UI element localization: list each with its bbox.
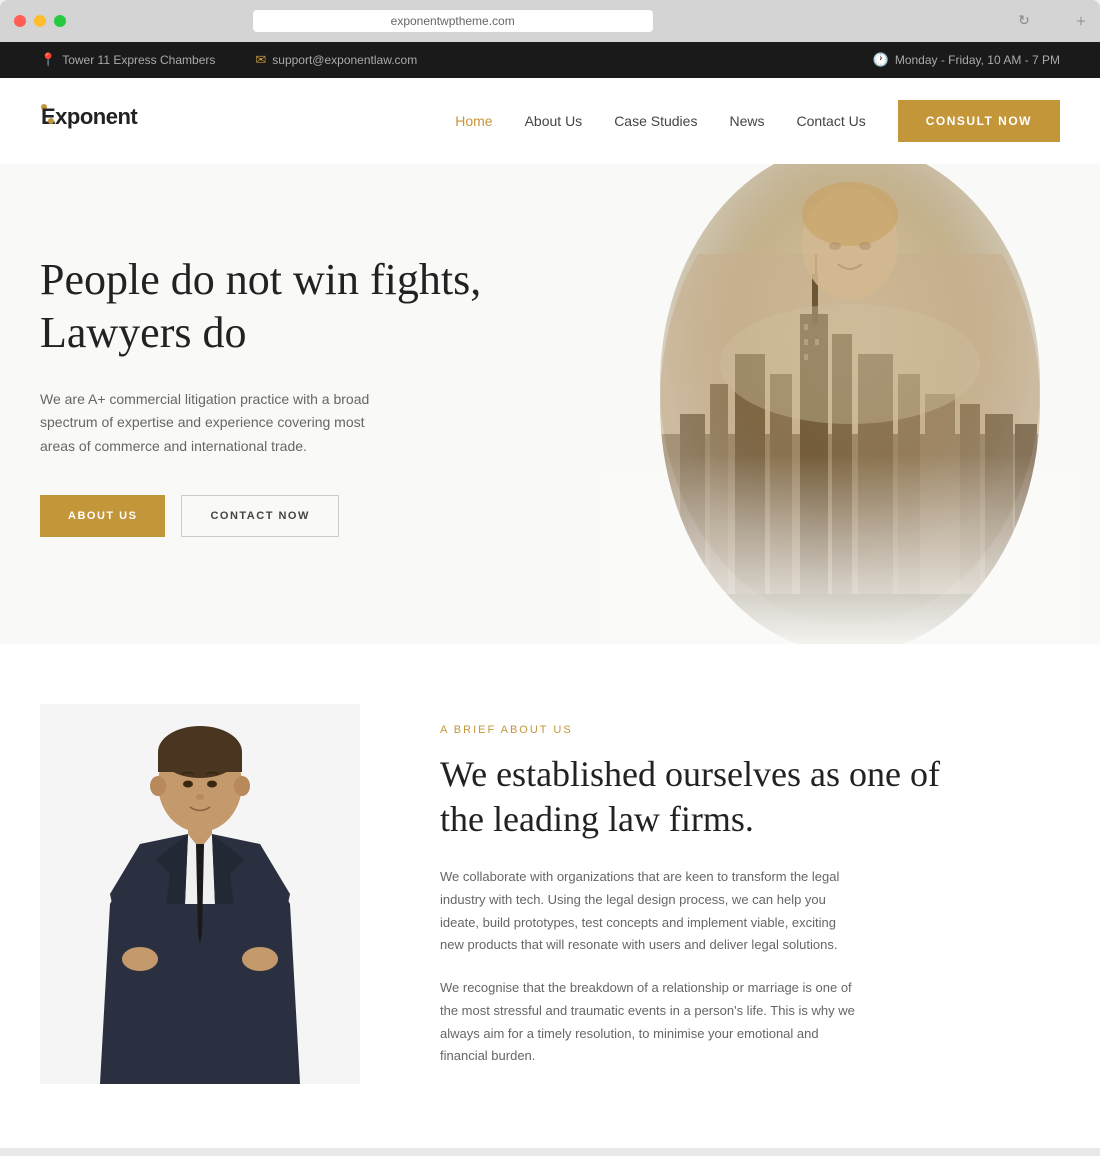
nav-links: Home About Us Case Studies News Contact …: [455, 113, 866, 129]
about-title: We established ourselves as one of the l…: [440, 752, 1060, 842]
nav-link-home[interactable]: Home: [455, 113, 492, 129]
nav-item-home[interactable]: Home: [455, 113, 492, 129]
hero-buttons: About Us Contact Now: [40, 495, 540, 537]
new-tab-button[interactable]: +: [1076, 11, 1086, 32]
hero-section: People do not win fights, Lawyers do We …: [0, 164, 1100, 644]
nav-item-about[interactable]: About Us: [525, 113, 583, 129]
about-title-line2: the leading law firms.: [440, 799, 754, 839]
clock-icon: 🕐: [873, 52, 889, 68]
hero-image: [600, 164, 1080, 644]
about-paragraph-2: We recognise that the breakdown of a rel…: [440, 977, 860, 1068]
hero-content: People do not win fights, Lawyers do We …: [40, 224, 540, 537]
url-text: exponentwptheme.com: [391, 14, 515, 28]
close-button[interactable]: [14, 15, 26, 27]
nav-item-news[interactable]: News: [729, 113, 764, 129]
location-icon: 📍: [40, 52, 56, 68]
browser-bottom-bar: [0, 1148, 1100, 1156]
hours-info: 🕐 Monday - Friday, 10 AM - 7 PM: [873, 52, 1060, 68]
hero-description: We are A+ commercial litigation practice…: [40, 388, 380, 459]
email-info: ✉ support@exponentlaw.com: [255, 52, 417, 68]
nav-link-news[interactable]: News: [729, 113, 764, 129]
hours-text: Monday - Friday, 10 AM - 7 PM: [895, 53, 1060, 67]
email-text: support@exponentlaw.com: [272, 53, 417, 67]
website-content: 📍 Tower 11 Express Chambers ✉ support@ex…: [0, 42, 1100, 1148]
browser-window: exponentwptheme.com ↻ + 📍 Tower 11 Expre…: [0, 0, 1100, 1156]
address-info: 📍 Tower 11 Express Chambers: [40, 52, 215, 68]
minimize-button[interactable]: [34, 15, 46, 27]
about-title-line1: We established ourselves as one of: [440, 754, 940, 794]
site-logo[interactable]: Exponent: [40, 104, 54, 138]
navbar: Exponent Home About Us Case Studies News…: [0, 78, 1100, 164]
refresh-icon[interactable]: ↻: [1018, 13, 1030, 30]
hero-illustration: [600, 164, 1080, 644]
about-section: A Brief About Us We established ourselve…: [0, 644, 1100, 1148]
nav-link-casestudies[interactable]: Case Studies: [614, 113, 697, 129]
logo-text: Exponent: [41, 104, 47, 110]
maximize-button[interactable]: [54, 15, 66, 27]
about-section-label: A Brief About Us: [440, 724, 1060, 736]
logo-dot: [48, 118, 54, 124]
about-content: A Brief About Us We established ourselve…: [440, 704, 1060, 1088]
contact-now-button[interactable]: Contact Now: [181, 495, 338, 537]
email-icon: ✉: [255, 52, 266, 68]
about-us-button[interactable]: About Us: [40, 495, 165, 537]
hero-title-line1: People do not win fights,: [40, 255, 481, 304]
address-bar[interactable]: exponentwptheme.com: [253, 10, 653, 32]
browser-titlebar: exponentwptheme.com ↻ +: [0, 0, 1100, 42]
about-paragraph-1: We collaborate with organizations that a…: [440, 866, 860, 957]
hero-title: People do not win fights, Lawyers do: [40, 254, 540, 360]
consult-now-button[interactable]: Consult Now: [898, 100, 1060, 142]
nav-link-about[interactable]: About Us: [525, 113, 583, 129]
lawyer-illustration: [40, 704, 360, 1084]
info-bar: 📍 Tower 11 Express Chambers ✉ support@ex…: [0, 42, 1100, 78]
nav-item-contact[interactable]: Contact Us: [796, 113, 865, 129]
nav-link-contact[interactable]: Contact Us: [796, 113, 865, 129]
hero-title-line2: Lawyers do: [40, 308, 247, 357]
about-person-image: [40, 704, 380, 1064]
address-text: Tower 11 Express Chambers: [62, 53, 215, 67]
nav-item-casestudies[interactable]: Case Studies: [614, 113, 697, 129]
